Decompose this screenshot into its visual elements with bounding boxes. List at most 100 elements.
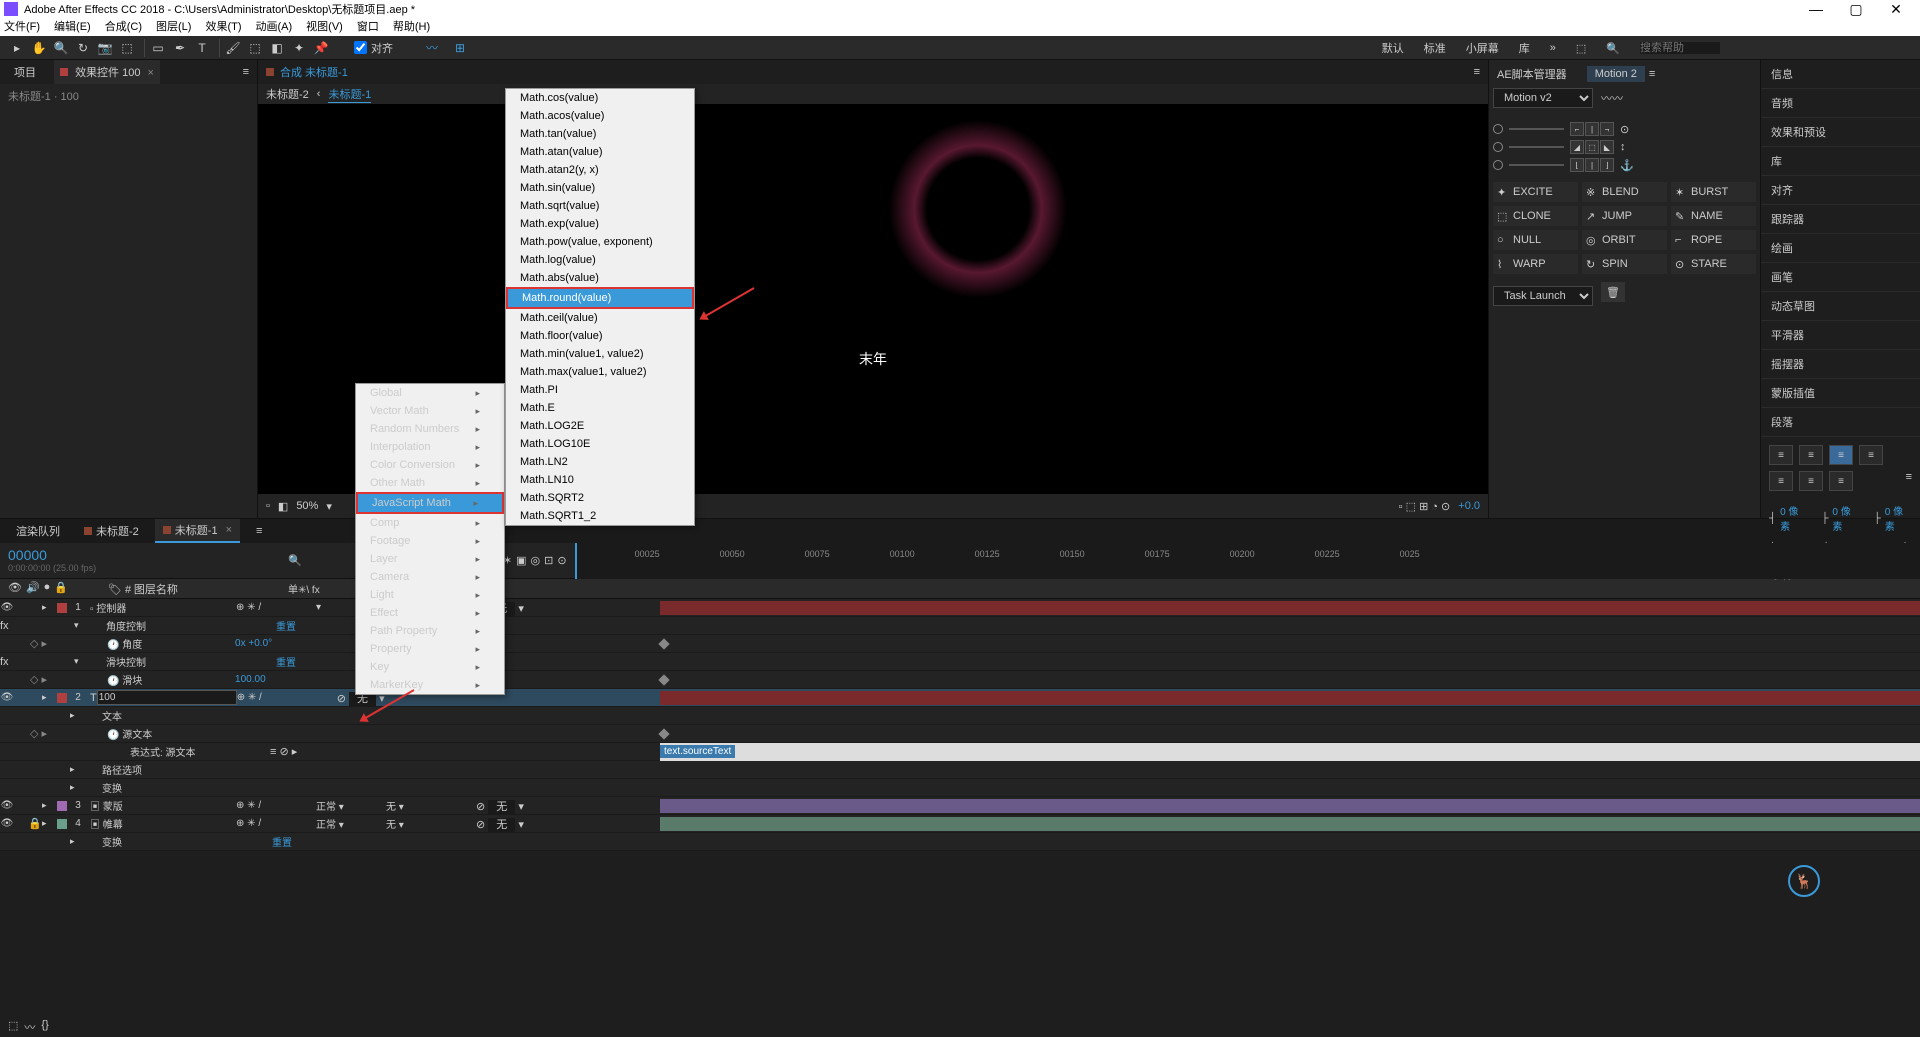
timeline-row[interactable]: ◇ ▸🕐 源文本: [0, 725, 1920, 743]
task-launch-dropdown[interactable]: Task Launch: [1493, 286, 1593, 306]
motion-tool-burst[interactable]: ✶BURST: [1671, 182, 1756, 202]
timeline-row[interactable]: ▸变换重置: [0, 833, 1920, 851]
menu-item-math[interactable]: Math.cos(value): [506, 89, 694, 107]
menu-edit[interactable]: 编辑(E): [54, 18, 91, 36]
menu-view[interactable]: 视图(V): [306, 18, 343, 36]
eraser-tool[interactable]: ◧: [268, 39, 286, 57]
camera-tool[interactable]: 📷: [96, 39, 114, 57]
footer-icons[interactable]: ▫ ⬚ ⊞ ◔ ⊙: [1399, 500, 1451, 513]
timeline-row[interactable]: 👁▸1▫ 控制器⊕ ✳ / ▾无 ▾⊘ 无 ▾: [0, 599, 1920, 617]
tab-motion2[interactable]: Motion 2: [1587, 66, 1645, 82]
menu-item-math[interactable]: Math.E: [506, 399, 694, 417]
panel-对齐[interactable]: 对齐: [1761, 176, 1920, 205]
timeline-row[interactable]: 表达式: 源文本≡ ⊘ ▸text.sourceText: [0, 743, 1920, 761]
motion-tool-orbit[interactable]: ◎ORBIT: [1582, 230, 1667, 250]
time-offset[interactable]: +0.0: [1458, 500, 1480, 512]
menu-item-math[interactable]: Math.SQRT1_2: [506, 507, 694, 525]
tab-render-queue[interactable]: 渲染队列: [8, 520, 68, 542]
menu-item-math[interactable]: Math.floor(value): [506, 327, 694, 345]
anchor-icon[interactable]: ⊙: [1620, 123, 1629, 136]
panel-动态草图[interactable]: 动态草图: [1761, 292, 1920, 321]
menu-item-math[interactable]: Math.log(value): [506, 251, 694, 269]
menu-item-math[interactable]: Math.sin(value): [506, 179, 694, 197]
puppet-tool[interactable]: 📌: [312, 39, 330, 57]
panel-音频[interactable]: 音频: [1761, 89, 1920, 118]
workspace-box-icon[interactable]: ⬚: [1576, 42, 1586, 55]
maximize-button[interactable]: ▢: [1836, 1, 1876, 18]
menu-item-math[interactable]: Math.pow(value, exponent): [506, 233, 694, 251]
menu-item-camera[interactable]: Camera▸: [356, 568, 504, 586]
menu-item-light[interactable]: Light▸: [356, 586, 504, 604]
timeline-row[interactable]: ◇ ▸🕐 角度0x +0.0°: [0, 635, 1920, 653]
hand-tool[interactable]: ✋: [30, 39, 48, 57]
rotate-tool[interactable]: ↻: [74, 39, 92, 57]
workspace-more-icon[interactable]: »: [1550, 42, 1556, 54]
tab-comp-1[interactable]: 未标题-1×: [155, 519, 240, 543]
menu-layer[interactable]: 图层(L): [156, 18, 191, 36]
align-right-icon[interactable]: ≡: [1829, 445, 1853, 465]
search-input[interactable]: [1640, 42, 1720, 54]
pan-behind-tool[interactable]: ⬚: [118, 39, 136, 57]
panel-效果和预设[interactable]: 效果和预设: [1761, 118, 1920, 147]
graph-tool[interactable]: 〰: [423, 39, 441, 57]
timeline-row[interactable]: ▸路径选项: [0, 761, 1920, 779]
menu-item-math[interactable]: Math.LOG2E: [506, 417, 694, 435]
panel-摇摆器[interactable]: 摇摆器: [1761, 350, 1920, 379]
motion-tool-null[interactable]: ○NULL: [1493, 230, 1578, 250]
menu-item-color-conversion[interactable]: Color Conversion▸: [356, 456, 504, 474]
menu-item-math[interactable]: Math.ceil(value): [506, 309, 694, 327]
align-j1-icon[interactable]: ≡: [1859, 445, 1883, 465]
panel-平滑器[interactable]: 平滑器: [1761, 321, 1920, 350]
menu-item-comp[interactable]: Comp▸: [356, 514, 504, 532]
trash-icon[interactable]: 🗑: [1601, 282, 1625, 302]
menu-item-math[interactable]: Math.round(value): [506, 287, 694, 309]
menu-file[interactable]: 文件(F): [4, 18, 40, 36]
timeline-row[interactable]: 👁▸3▣ 蒙版⊕ ✳ /正常 ▾无 ▾⊘ 无 ▾: [0, 797, 1920, 815]
motion-tool-rope[interactable]: ⌐ROPE: [1671, 230, 1756, 250]
tl-icon5[interactable]: ⊡: [544, 554, 553, 567]
timeline-row[interactable]: ▸变换: [0, 779, 1920, 797]
tab-effect-controls[interactable]: 效果控件 100 ×: [54, 60, 160, 84]
menu-item-math[interactable]: Math.PI: [506, 381, 694, 399]
footer-icon-2[interactable]: ◧: [278, 500, 288, 513]
wave-icon[interactable]: 〰〰: [1601, 90, 1623, 106]
tab-comp-2[interactable]: 未标题-2: [76, 520, 147, 542]
timeline-row[interactable]: 👁🔒▸4▣ 帷幕⊕ ✳ /正常 ▾无 ▾⊘ 无 ▾: [0, 815, 1920, 833]
menu-item-footage[interactable]: Footage▸: [356, 532, 504, 550]
menu-item-global[interactable]: Global▸: [356, 384, 504, 402]
menu-item-random-numbers[interactable]: Random Numbers▸: [356, 420, 504, 438]
menu-item-math[interactable]: Math.atan(value): [506, 143, 694, 161]
menu-item-vector-math[interactable]: Vector Math▸: [356, 402, 504, 420]
pen-tool[interactable]: ✒: [171, 39, 189, 57]
panel-跟踪器[interactable]: 跟踪器: [1761, 205, 1920, 234]
tl-icon4[interactable]: ◎: [531, 554, 541, 567]
crumb-2[interactable]: 未标题-1: [328, 86, 371, 103]
workspace-default[interactable]: 默认: [1382, 40, 1404, 56]
workspace-small[interactable]: 小屏幕: [1466, 40, 1499, 56]
timecode[interactable]: 00000: [8, 547, 272, 563]
timeline-row[interactable]: ▸文本: [0, 707, 1920, 725]
menu-item-math[interactable]: Math.LN10: [506, 471, 694, 489]
menu-comp[interactable]: 合成(C): [105, 18, 142, 36]
menu-item-math[interactable]: Math.min(value1, value2): [506, 345, 694, 363]
motion-tool-name[interactable]: ✎NAME: [1671, 206, 1756, 226]
align-j2-icon[interactable]: ≡: [1769, 471, 1793, 491]
tab-close-icon[interactable]: ×: [148, 67, 154, 79]
text-tool[interactable]: T: [193, 39, 211, 57]
align-center-icon[interactable]: ≡: [1799, 445, 1823, 465]
menu-item-math[interactable]: Math.sqrt(value): [506, 197, 694, 215]
panel-画笔[interactable]: 画笔: [1761, 263, 1920, 292]
motion-tool-jump[interactable]: ↗JUMP: [1582, 206, 1667, 226]
timeline-row[interactable]: fx▾角度控制重置: [0, 617, 1920, 635]
layer-name-input[interactable]: [97, 690, 237, 705]
menu-item-key[interactable]: Key▸: [356, 658, 504, 676]
align-j4-icon[interactable]: ≡: [1829, 471, 1853, 491]
move-icon[interactable]: ↕: [1620, 141, 1626, 153]
snap-tool[interactable]: ⊞: [451, 39, 469, 57]
snap-checkbox[interactable]: [354, 41, 367, 54]
menu-item-math[interactable]: Math.LOG10E: [506, 435, 694, 453]
menu-effect[interactable]: 效果(T): [205, 18, 241, 36]
motion-tool-stare[interactable]: ⊙STARE: [1671, 254, 1756, 274]
panel-信息[interactable]: 信息: [1761, 60, 1920, 89]
tab-project[interactable]: 项目: [8, 60, 42, 84]
